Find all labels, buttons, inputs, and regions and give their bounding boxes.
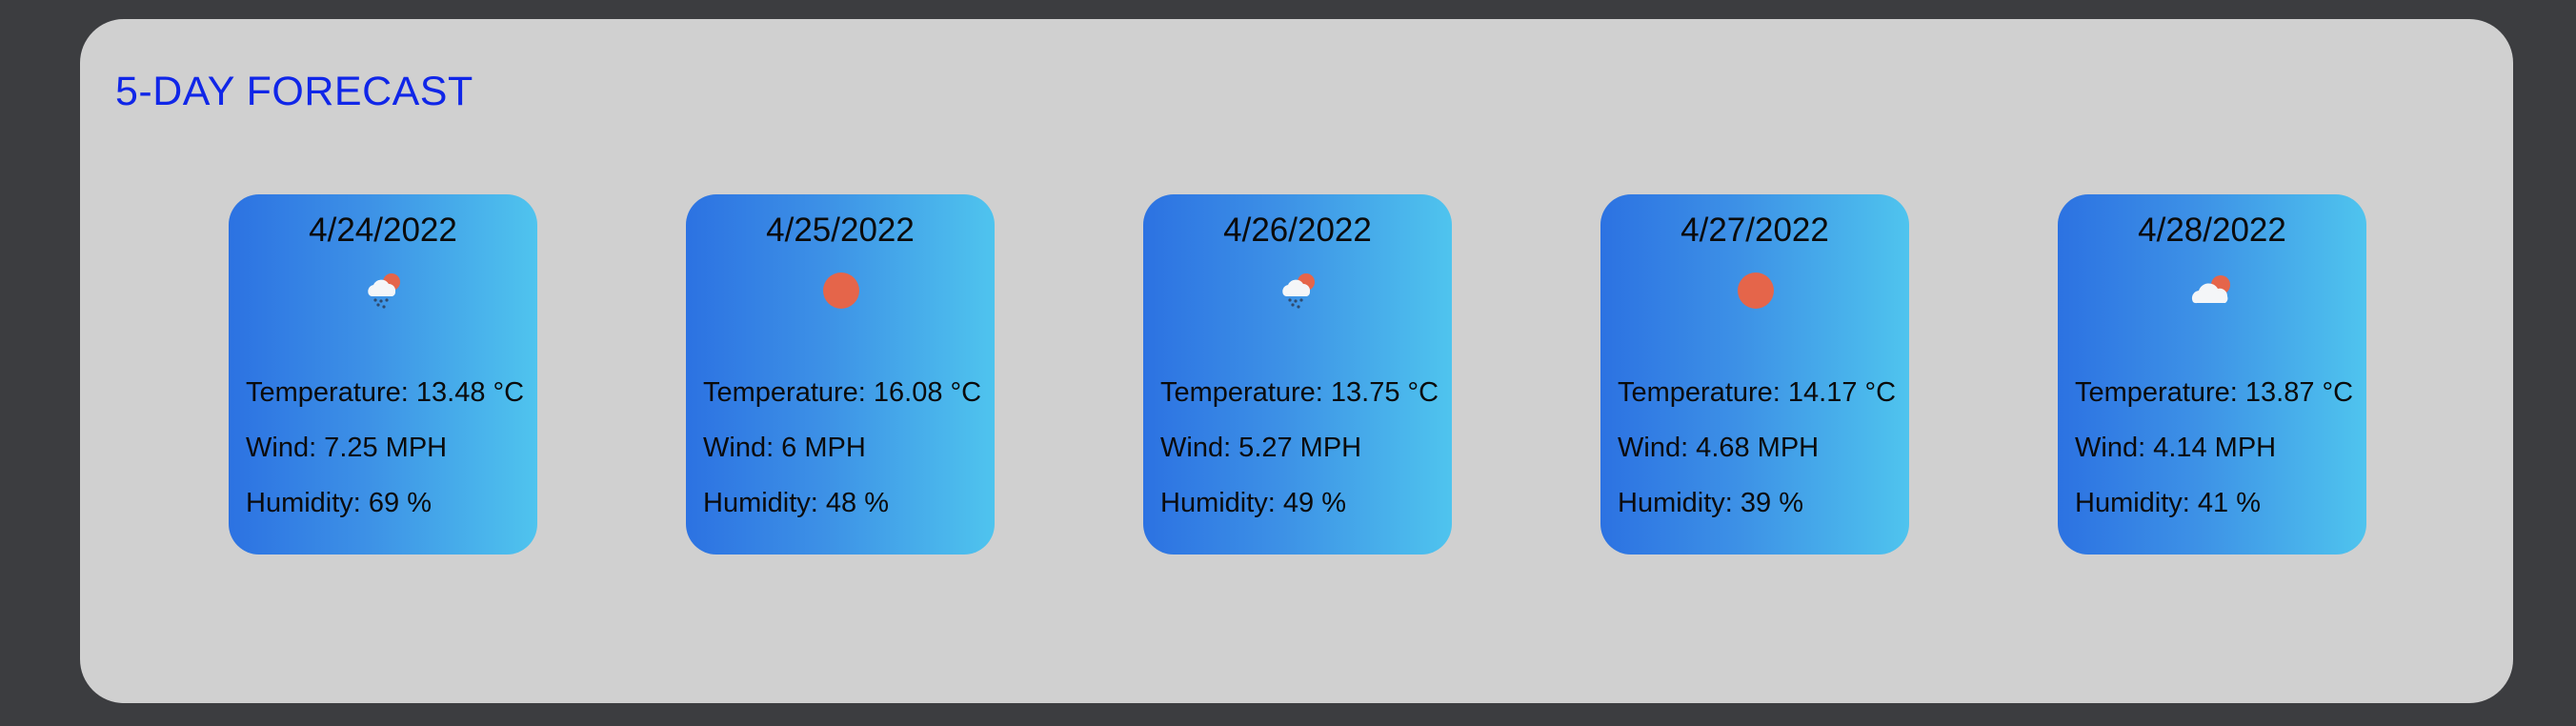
- sun-icon: [817, 269, 865, 313]
- forecast-title: 5-DAY FORECAST: [115, 69, 473, 114]
- forecast-humidity: Humidity: 49 %: [1160, 488, 1347, 518]
- cloud-rain-sun-icon: [1275, 269, 1322, 313]
- forecast-date: 4/25/2022: [766, 212, 915, 249]
- forecast-date: 4/28/2022: [2138, 212, 2286, 249]
- forecast-date: 4/24/2022: [309, 212, 457, 249]
- sun-icon: [1732, 269, 1780, 313]
- forecast-card-day-5: 4/28/2022 Temperature: 13.87 °C Wind: 4.…: [2058, 194, 2366, 555]
- forecast-card-day-2: 4/25/2022 Temperature: 16.08 °C Wind: 6 …: [686, 194, 995, 555]
- cloud-sun-icon: [2189, 269, 2237, 313]
- forecast-temperature: Temperature: 14.17 °C: [1618, 377, 1897, 408]
- forecast-cards: 4/24/2022 Temperature: 13.48 °C Wind: 7.…: [229, 194, 2366, 555]
- forecast-date: 4/26/2022: [1223, 212, 1372, 249]
- forecast-humidity: Humidity: 39 %: [1618, 488, 1804, 518]
- forecast-temperature: Temperature: 13.75 °C: [1160, 377, 1439, 408]
- forecast-card-day-1: 4/24/2022 Temperature: 13.48 °C Wind: 7.…: [229, 194, 537, 555]
- forecast-wind: Wind: 4.14 MPH: [2075, 433, 2277, 463]
- forecast-wind: Wind: 5.27 MPH: [1160, 433, 1362, 463]
- forecast-humidity: Humidity: 41 %: [2075, 488, 2262, 518]
- forecast-temperature: Temperature: 13.48 °C: [246, 377, 525, 408]
- forecast-temperature: Temperature: 13.87 °C: [2075, 377, 2354, 408]
- cloud-rain-sun-icon: [360, 269, 408, 313]
- forecast-card-day-4: 4/27/2022 Temperature: 14.17 °C Wind: 4.…: [1600, 194, 1909, 555]
- forecast-humidity: Humidity: 48 %: [703, 488, 890, 518]
- forecast-date: 4/27/2022: [1680, 212, 1829, 249]
- forecast-wind: Wind: 4.68 MPH: [1618, 433, 1820, 463]
- forecast-wind: Wind: 7.25 MPH: [246, 433, 448, 463]
- forecast-wind: Wind: 6 MPH: [703, 433, 866, 463]
- forecast-panel: 5-DAY FORECAST 4/24/2022 Temperature: 13…: [80, 19, 2513, 703]
- forecast-card-day-3: 4/26/2022 Temperature: 13.75 °C Wind: 5.…: [1143, 194, 1452, 555]
- forecast-humidity: Humidity: 69 %: [246, 488, 433, 518]
- forecast-temperature: Temperature: 16.08 °C: [703, 377, 982, 408]
